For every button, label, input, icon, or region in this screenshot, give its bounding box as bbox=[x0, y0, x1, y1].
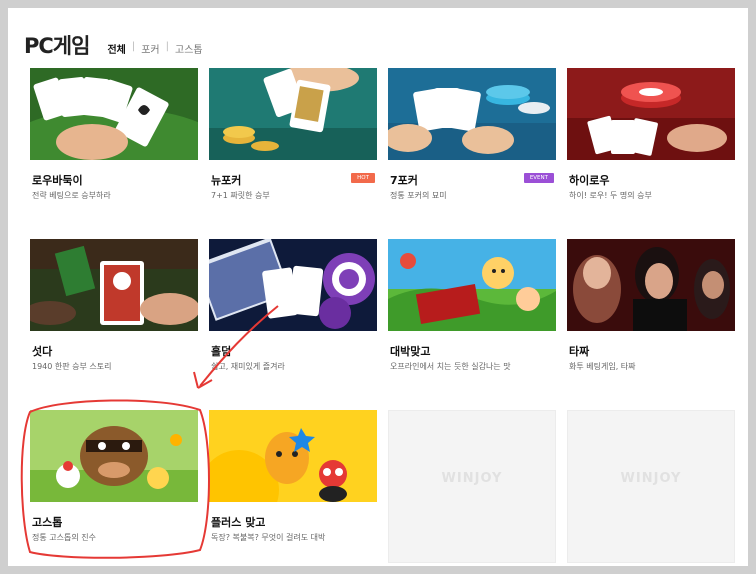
game-card-daebak-matgo[interactable]: 대박맞고 오프라인에서 치는 듯한 실감나는 맛 bbox=[388, 239, 556, 392]
game-name: 하이로우 bbox=[569, 174, 610, 187]
game-thumbnail[interactable] bbox=[567, 68, 735, 160]
empty-slot: WINJOY bbox=[388, 410, 556, 563]
game-card-gostop[interactable]: 고스톱 정통 고스톱의 진수 bbox=[30, 410, 198, 563]
game-name: 뉴포커 bbox=[211, 174, 242, 187]
game-name: 홀덤 bbox=[211, 345, 232, 358]
game-description: 화투 베팅게임, 타짜 bbox=[569, 362, 636, 371]
tab-gostop[interactable]: 고스톱 bbox=[175, 41, 203, 56]
category-tabs: 전체 | 포커 | 고스톱 bbox=[107, 41, 202, 56]
game-card-holdem[interactable]: 홀덤 쉽고, 재미있게 즐겨라 bbox=[209, 239, 377, 392]
game-name: 플러스 맞고 bbox=[211, 516, 266, 529]
game-card-seotda[interactable]: 섯다 1940 한판 승부 스토리 bbox=[30, 239, 198, 392]
game-thumbnail[interactable] bbox=[209, 410, 377, 502]
game-card-plus-matgo[interactable]: 플러스 맞고 독장? 복불복? 무엇이 걸려도 대박 bbox=[209, 410, 377, 563]
hot-badge: HOT bbox=[351, 173, 375, 183]
game-thumbnail[interactable] bbox=[567, 239, 735, 331]
game-name: 7포커 bbox=[390, 174, 418, 187]
tab-poker[interactable]: 포커 bbox=[141, 41, 159, 56]
tab-separator: | bbox=[131, 41, 136, 52]
event-badge: EVENT bbox=[523, 173, 554, 183]
game-card-new-poker[interactable]: 뉴포커 HOT 7+1 짜릿한 승부 bbox=[209, 68, 377, 221]
game-card-high-low[interactable]: 하이로우 하이! 로우! 두 명의 승부 bbox=[567, 68, 735, 221]
game-description: 오프라인에서 치는 듯한 실감나는 맛 bbox=[390, 362, 511, 371]
tab-all[interactable]: 전체 bbox=[107, 41, 125, 56]
winjoy-watermark: WINJOY bbox=[620, 471, 682, 486]
header: PC게임 전체 | 포커 | 고스톱 bbox=[24, 30, 203, 60]
game-name: 로우바둑이 bbox=[32, 174, 83, 187]
game-description: 7+1 짜릿한 승부 bbox=[211, 191, 270, 200]
game-name: 대박맞고 bbox=[390, 345, 431, 358]
game-card-low-badugi[interactable]: 로우바둑이 전략 베팅으로 승부하라 bbox=[30, 68, 198, 221]
game-thumbnail[interactable] bbox=[30, 239, 198, 331]
game-description: 쉽고, 재미있게 즐겨라 bbox=[211, 362, 285, 371]
game-description: 독장? 복불복? 무엇이 걸려도 대박 bbox=[211, 533, 326, 542]
game-description: 정통 고스톱의 진수 bbox=[32, 533, 96, 542]
game-thumbnail[interactable] bbox=[30, 410, 198, 502]
game-description: 정통 포커의 묘미 bbox=[390, 191, 447, 200]
game-thumbnail[interactable] bbox=[209, 239, 377, 331]
game-thumbnail[interactable] bbox=[209, 68, 377, 160]
game-description: 전략 베팅으로 승부하라 bbox=[32, 191, 111, 200]
game-name: 고스톱 bbox=[32, 516, 63, 529]
tab-separator: | bbox=[165, 41, 170, 52]
page-title: PC게임 bbox=[24, 34, 90, 58]
winjoy-watermark: WINJOY bbox=[441, 471, 503, 486]
game-card-7-poker[interactable]: 7포커 EVENT 정통 포커의 묘미 bbox=[388, 68, 556, 221]
empty-slot: WINJOY bbox=[567, 410, 735, 563]
game-description: 하이! 로우! 두 명의 승부 bbox=[569, 191, 652, 200]
game-name: 타짜 bbox=[569, 345, 590, 358]
game-description: 1940 한판 승부 스토리 bbox=[32, 362, 112, 371]
game-thumbnail[interactable] bbox=[388, 239, 556, 331]
game-name: 섯다 bbox=[32, 345, 53, 358]
game-thumbnail[interactable] bbox=[30, 68, 198, 160]
game-thumbnail[interactable] bbox=[388, 68, 556, 160]
game-card-tazza[interactable]: 타짜 화투 베팅게임, 타짜 bbox=[567, 239, 735, 392]
